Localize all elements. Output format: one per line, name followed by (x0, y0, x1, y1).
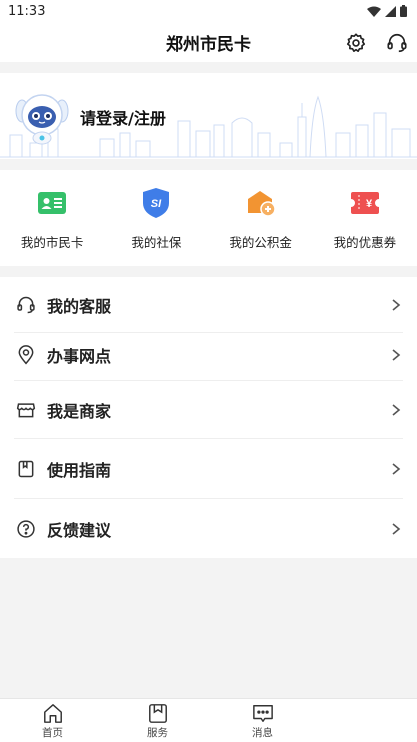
status-time: 11:33 (8, 3, 46, 19)
home-icon (43, 704, 62, 723)
social-security-shield-icon: SI (141, 188, 171, 218)
location-pin-icon (16, 345, 36, 365)
tab-messages[interactable]: 消息 (210, 699, 315, 742)
bottom-tab-bar: 首页 服务 消息 (0, 698, 417, 742)
question-icon (16, 519, 36, 539)
quick-item-housing-fund[interactable]: 我的公积金 (209, 170, 313, 266)
shop-icon (16, 400, 36, 420)
menu-item-label: 我的客服 (47, 297, 112, 316)
status-bar: 11:33 (0, 0, 417, 22)
chevron-right-icon (392, 522, 401, 535)
menu-item-label: 我是商家 (47, 402, 112, 421)
menu-item-label: 反馈建议 (47, 520, 112, 540)
tab-label: 消息 (252, 727, 273, 739)
menu-item-customer-service[interactable]: 我的客服 (0, 277, 417, 333)
svg-text:¥: ¥ (366, 198, 373, 210)
wifi-icon (367, 6, 381, 17)
tab-services[interactable]: 服务 (105, 699, 210, 742)
battery-icon (400, 5, 407, 17)
customer-service-button[interactable] (384, 30, 410, 56)
profile-card[interactable]: 请登录/注册 (0, 73, 417, 159)
app-header: 郑州市民卡 (0, 22, 417, 62)
id-card-icon (37, 188, 67, 218)
settings-button[interactable] (343, 30, 369, 56)
menu-item-service-outlets[interactable]: 办事网点 (0, 329, 417, 381)
login-register-link[interactable]: 请登录/注册 (80, 105, 166, 129)
bookmark-icon (148, 704, 167, 723)
quick-actions: 我的市民卡 SI 我的社保 我的公积金 ¥ 我的优惠券 (0, 170, 417, 266)
chevron-right-icon (392, 463, 401, 475)
headset-icon (387, 33, 407, 53)
quick-item-citizen-card[interactable]: 我的市民卡 (0, 170, 104, 266)
quick-item-label: 我的社保 (131, 235, 182, 250)
menu-list: 我的客服 办事网点 我是商家 使用指南 反馈建议 (0, 277, 417, 558)
menu-item-merchant[interactable]: 我是商家 (0, 381, 417, 439)
menu-item-user-guide[interactable]: 使用指南 (0, 439, 417, 499)
menu-item-label: 办事网点 (47, 347, 112, 366)
quick-item-coupons[interactable]: ¥ 我的优惠券 (313, 170, 417, 266)
chevron-right-icon (392, 299, 401, 311)
status-icons (367, 5, 407, 17)
avatar (15, 94, 69, 145)
tab-label: 服务 (147, 727, 168, 739)
page-title: 郑州市民卡 (166, 34, 251, 55)
svg-text:SI: SI (151, 198, 162, 210)
chevron-right-icon (392, 404, 401, 416)
quick-item-label: 我的市民卡 (20, 235, 84, 250)
menu-item-label: 使用指南 (47, 461, 112, 480)
quick-item-social-security[interactable]: SI 我的社保 (104, 170, 208, 266)
quick-item-label: 我的公积金 (229, 235, 292, 250)
menu-item-feedback[interactable]: 反馈建议 (0, 499, 417, 558)
coupon-icon: ¥ (350, 188, 380, 218)
quick-item-label: 我的优惠券 (333, 235, 397, 250)
gear-icon (346, 33, 366, 52)
cell-signal-icon (385, 5, 396, 17)
guide-book-icon (16, 459, 36, 479)
tab-label: 首页 (42, 727, 63, 739)
message-icon (252, 705, 273, 722)
tab-home[interactable]: 首页 (0, 699, 105, 742)
chevron-right-icon (392, 349, 401, 361)
housing-fund-icon (246, 188, 276, 218)
headset-icon (16, 295, 36, 315)
